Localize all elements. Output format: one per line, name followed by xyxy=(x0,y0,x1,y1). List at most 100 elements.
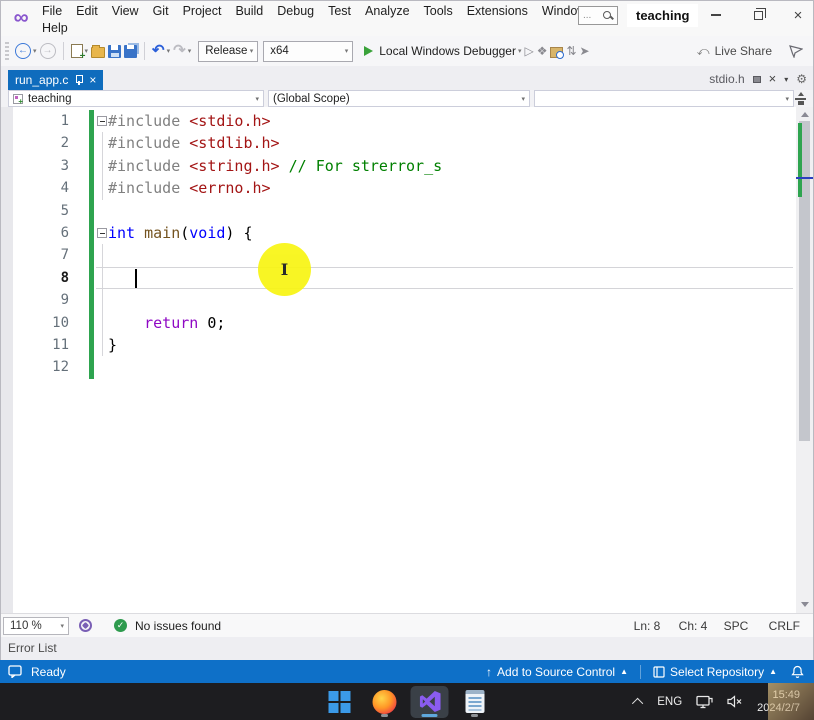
document-health-icon[interactable] xyxy=(79,619,92,632)
code-token: ) { xyxy=(225,224,252,242)
search-input[interactable]: ... xyxy=(578,6,618,25)
code-line[interactable] xyxy=(108,244,795,266)
start-debugging-button[interactable]: Local Windows Debugger xyxy=(364,44,516,58)
breakpoint-margin[interactable] xyxy=(1,107,13,613)
menu-item-tools[interactable]: Tools xyxy=(417,3,460,19)
fold-toggle-icon[interactable] xyxy=(97,228,107,238)
chevron-down-icon: ▾ xyxy=(60,622,64,630)
code-line[interactable] xyxy=(108,267,795,289)
tab-stdio-h[interactable]: stdio.h xyxy=(709,72,744,86)
start-button[interactable] xyxy=(321,686,359,718)
zoom-dropdown[interactable]: 110 % ▾ xyxy=(3,617,69,635)
status-line-ending[interactable]: CRLF xyxy=(769,619,800,633)
code-line[interactable]: #include <stdio.h> xyxy=(108,110,795,132)
code-line[interactable]: #include <string.h> // For strerror_s xyxy=(108,155,795,177)
back-dropdown-icon[interactable]: ▾ xyxy=(33,47,37,55)
error-list-panel-tab[interactable]: Error List xyxy=(8,641,57,655)
attach-icon[interactable]: ❖ xyxy=(537,44,548,58)
menu-item-help[interactable]: Help xyxy=(35,20,75,36)
menu-item-project[interactable]: Project xyxy=(176,3,229,19)
navigate-forward-icon[interactable]: → xyxy=(40,43,56,59)
menu-item-file[interactable]: File xyxy=(35,3,69,19)
undo-icon[interactable]: ↶ xyxy=(152,44,165,58)
vertical-scrollbar[interactable] xyxy=(796,107,813,613)
redo-icon[interactable]: ↷ xyxy=(173,44,186,58)
status-column-number[interactable]: Ch: 4 xyxy=(679,619,709,633)
code-line[interactable]: #include <errno.h> xyxy=(108,177,795,199)
gear-icon[interactable]: ⚙ xyxy=(796,73,807,85)
menu-item-view[interactable]: View xyxy=(105,3,146,19)
code-line[interactable] xyxy=(108,200,795,222)
save-all-icon[interactable] xyxy=(124,45,137,58)
hidden-icons-chevron[interactable] xyxy=(632,697,643,708)
start-without-debugging-icon[interactable]: ▷ xyxy=(524,44,533,58)
code-line[interactable]: int main(void) { xyxy=(108,222,795,244)
member-dropdown[interactable]: ▾ xyxy=(534,90,794,107)
close-icon[interactable]: × xyxy=(89,74,96,86)
feedback-icon[interactable] xyxy=(8,665,23,678)
taskbar-notepad-button[interactable] xyxy=(456,686,494,718)
code-line[interactable]: return 0; xyxy=(108,312,795,334)
code-line[interactable] xyxy=(108,356,795,378)
configuration-dropdown[interactable]: Release ▾ xyxy=(198,41,258,62)
fold-toggle-icon[interactable] xyxy=(97,116,107,126)
navigate-back-icon[interactable]: ← xyxy=(15,43,31,59)
send-feedback-icon[interactable] xyxy=(789,45,803,58)
select-repository-button[interactable]: Select Repository ▲ xyxy=(653,665,777,679)
menu-item-build[interactable]: Build xyxy=(228,3,270,19)
issues-message[interactable]: No issues found xyxy=(135,619,221,633)
undo-dropdown-icon[interactable]: ▾ xyxy=(167,47,171,55)
debug-target-label: Local Windows Debugger xyxy=(379,44,516,58)
pin-icon[interactable] xyxy=(753,75,761,84)
project-icon xyxy=(13,94,23,104)
scroll-up-icon[interactable] xyxy=(796,107,813,121)
debug-target-dropdown-icon[interactable]: ▾ xyxy=(518,47,522,55)
cursor-tools-icon[interactable]: ➤ xyxy=(580,44,590,58)
toolbar-separator xyxy=(63,42,64,60)
menu-item-test[interactable]: Test xyxy=(321,3,358,19)
find-in-files-icon[interactable] xyxy=(550,47,563,58)
code-editor[interactable]: 123456789101112 #include <stdio.h>#inclu… xyxy=(1,107,813,613)
project-dropdown[interactable]: teaching ▾ xyxy=(8,90,264,107)
menu-item-analyze[interactable]: Analyze xyxy=(358,3,416,19)
navigate-symbols-icon[interactable]: ⇅ xyxy=(566,44,576,58)
code-line[interactable]: } xyxy=(108,334,795,356)
split-window-icon[interactable] xyxy=(794,92,808,105)
toolbar-grip[interactable] xyxy=(5,42,9,60)
tab-run-app-c[interactable]: run_app.c × xyxy=(8,70,103,90)
chevron-down-icon: ▾ xyxy=(250,47,254,55)
language-indicator[interactable]: ENG xyxy=(657,696,682,708)
scope-dropdown[interactable]: (Global Scope) ▾ xyxy=(268,90,530,107)
live-share-button[interactable]: ⤺ Live Share xyxy=(697,44,772,59)
line-number: 10 xyxy=(13,312,77,334)
document-tab-well: run_app.c × stdio.h × ▾ ⚙ xyxy=(1,66,813,90)
code-token: <string.h> xyxy=(189,157,279,175)
open-folder-icon[interactable] xyxy=(91,47,105,58)
tab-list-chevron-icon[interactable]: ▾ xyxy=(784,75,788,84)
redo-dropdown-icon[interactable]: ▾ xyxy=(188,47,192,55)
network-icon[interactable] xyxy=(696,695,713,709)
save-icon[interactable] xyxy=(108,45,121,58)
scope-name: (Global Scope) xyxy=(273,93,350,105)
code-line[interactable] xyxy=(108,289,795,311)
minimize-button[interactable] xyxy=(699,1,733,29)
taskbar-firefox-button[interactable] xyxy=(366,686,404,718)
volume-muted-icon[interactable] xyxy=(727,695,743,708)
scroll-down-icon[interactable] xyxy=(796,597,813,611)
add-to-source-control-button[interactable]: ↑ Add to Source Control ▲ xyxy=(486,665,628,679)
restore-button[interactable] xyxy=(741,1,775,29)
new-file-icon[interactable] xyxy=(71,44,83,58)
pin-icon[interactable] xyxy=(75,75,82,85)
menu-item-git[interactable]: Git xyxy=(146,3,176,19)
status-space-mode[interactable]: SPC xyxy=(724,619,754,633)
taskbar-visual-studio-button[interactable] xyxy=(411,686,449,718)
platform-dropdown[interactable]: x64 ▾ xyxy=(263,41,353,62)
close-icon[interactable]: × xyxy=(769,73,777,85)
menu-item-extensions[interactable]: Extensions xyxy=(460,3,535,19)
menu-item-edit[interactable]: Edit xyxy=(69,3,105,19)
notifications-bell-icon[interactable] xyxy=(791,665,804,679)
close-button[interactable]: × xyxy=(781,1,814,29)
menu-item-debug[interactable]: Debug xyxy=(270,3,321,19)
status-line-number[interactable]: Ln: 8 xyxy=(634,619,664,633)
code-line[interactable]: #include <stdlib.h> xyxy=(108,132,795,154)
